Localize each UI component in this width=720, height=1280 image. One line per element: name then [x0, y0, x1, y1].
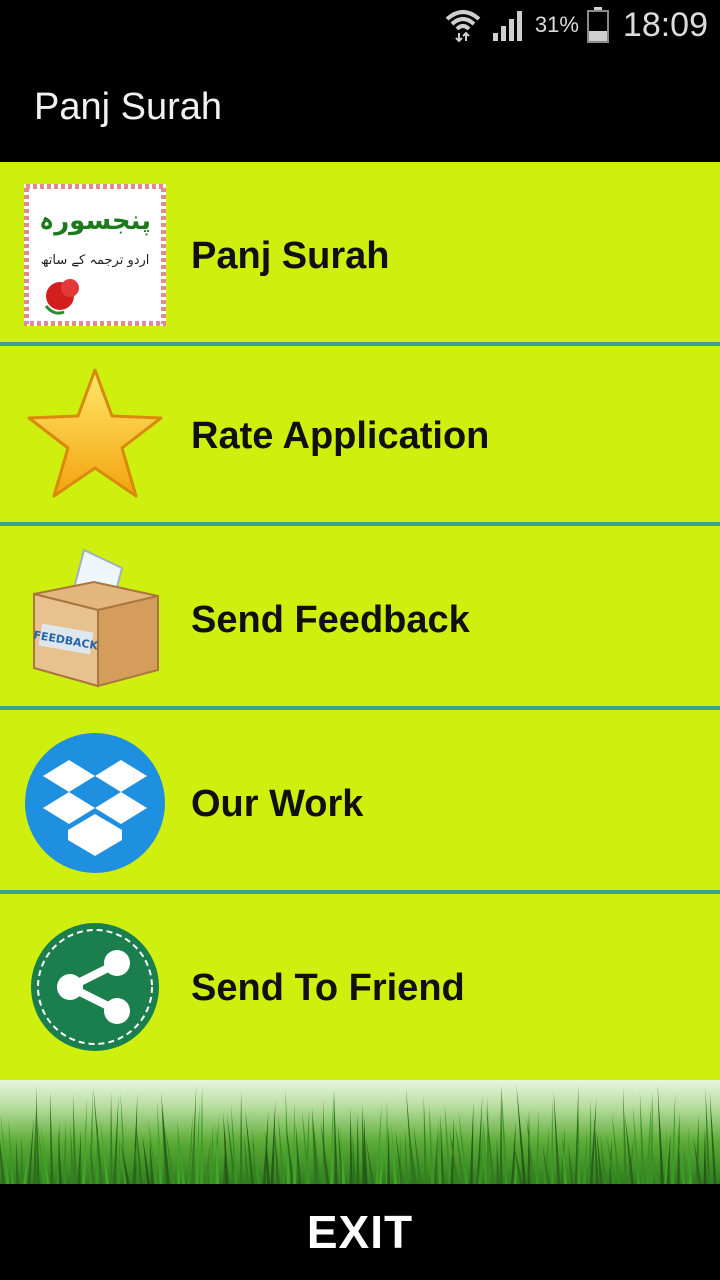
menu-item-rate-application[interactable]: Rate Application	[0, 346, 720, 526]
exit-label: EXIT	[306, 1206, 414, 1258]
page-title: Panj Surah	[34, 86, 223, 128]
divider	[0, 706, 720, 710]
grass-image	[0, 1084, 720, 1184]
divider	[0, 522, 720, 526]
menu-item-send-to-friend[interactable]: Send To Friend	[0, 898, 720, 1078]
menu-item-label: Panj Surah	[191, 234, 390, 277]
menu-item-label: Rate Application	[191, 414, 490, 457]
star-icon	[27, 368, 163, 498]
grass-decoration	[0, 1080, 720, 1184]
panj-surah-logo-icon: پنجسورہ اردو ترجمہ کے ساتھ	[24, 184, 166, 326]
battery-icon	[586, 7, 609, 43]
divider	[0, 890, 720, 894]
menu-item-send-feedback[interactable]: FEEDBACK Send Feedback	[0, 530, 720, 710]
logo-urdu-subtitle: اردو ترجمہ کے ساتھ	[41, 253, 150, 268]
menu-item-panj-surah[interactable]: پنجسورہ اردو ترجمہ کے ساتھ Panj Surah	[0, 166, 720, 346]
share-icon	[31, 923, 159, 1051]
clock: 18:09	[622, 5, 708, 44]
wifi-icon	[445, 10, 481, 43]
menu-item-our-work[interactable]: Our Work	[0, 714, 720, 894]
logo-urdu-title: پنجسورہ	[39, 206, 151, 236]
menu-item-label: Send Feedback	[191, 598, 470, 641]
exit-button[interactable]: EXIT	[0, 1184, 720, 1280]
status-bar: 31% 18:09	[0, 0, 720, 50]
menu-list: پنجسورہ اردو ترجمہ کے ساتھ Panj Surah Ra…	[0, 162, 720, 1082]
app-bar: Panj Surah	[0, 50, 720, 162]
signal-icon	[492, 11, 522, 41]
dropbox-icon	[25, 733, 165, 873]
battery-percent: 31%	[534, 12, 579, 37]
feedback-box-icon: FEEDBACK	[33, 548, 159, 688]
menu-item-label: Send To Friend	[191, 966, 465, 1009]
menu-item-label: Our Work	[191, 782, 364, 825]
